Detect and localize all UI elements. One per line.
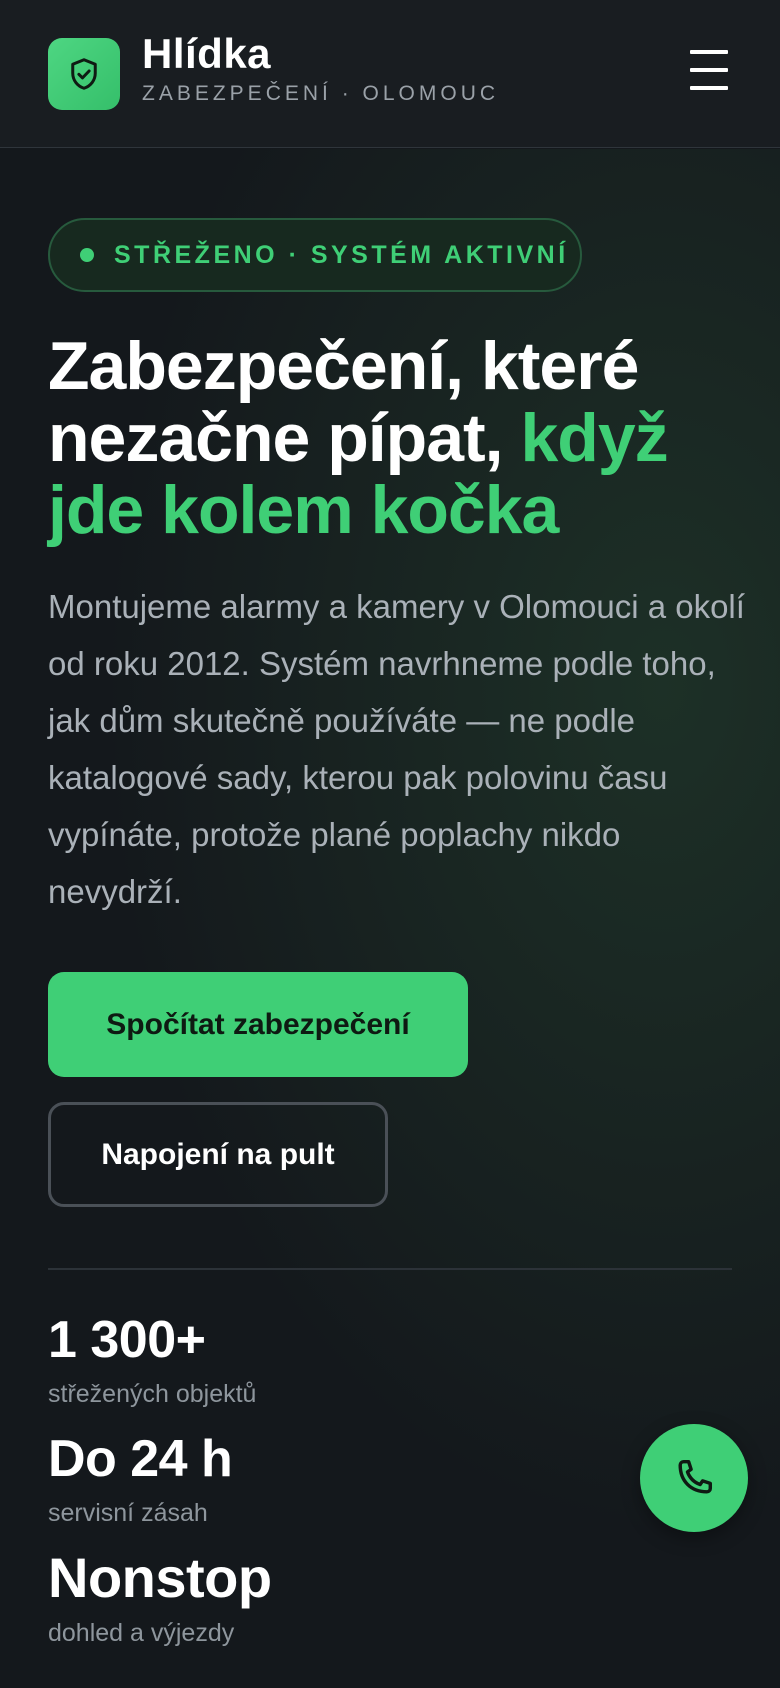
stat-value-nonstop: Nonstop	[48, 1546, 272, 1609]
hero-headline: Zabezpečení, které nezačne pípat, když j…	[48, 330, 748, 546]
divider	[48, 1268, 732, 1270]
phone-icon	[678, 1459, 713, 1494]
monitoring-connection-button[interactable]: Napojení na pult	[48, 1102, 388, 1207]
menu-bar	[690, 86, 728, 90]
brand-name[interactable]: Hlídka	[142, 28, 271, 80]
call-button[interactable]	[640, 1424, 748, 1532]
status-dot-icon	[80, 248, 94, 262]
status-badge: STŘEŽENO · SYSTÉM AKTIVNÍ	[48, 218, 582, 292]
stat-value-objects: 1 300+	[48, 1311, 206, 1369]
menu-bar	[690, 68, 728, 72]
status-text: STŘEŽENO · SYSTÉM AKTIVNÍ	[114, 240, 569, 269]
stat-label-nonstop: dohled a výjezdy	[48, 1619, 235, 1647]
calculate-security-button[interactable]: Spočítat zabezpečení	[48, 972, 468, 1077]
logo[interactable]	[48, 38, 120, 110]
hero-lead-text: Montujeme alarmy a kamery v Olomouci a o…	[48, 588, 745, 910]
menu-bar	[690, 50, 728, 54]
stat-label-service: servisní zásah	[48, 1499, 208, 1527]
brand-subtitle: ZABEZPEČENÍ · OLOMOUC	[142, 82, 500, 105]
stat-value-service: Do 24 h	[48, 1430, 233, 1488]
shield-check-icon	[71, 58, 97, 90]
stat-label-objects: střežených objektů	[48, 1380, 257, 1408]
hamburger-menu-icon[interactable]	[690, 50, 728, 90]
site-header: Hlídka ZABEZPEČENÍ · OLOMOUC	[0, 0, 780, 148]
